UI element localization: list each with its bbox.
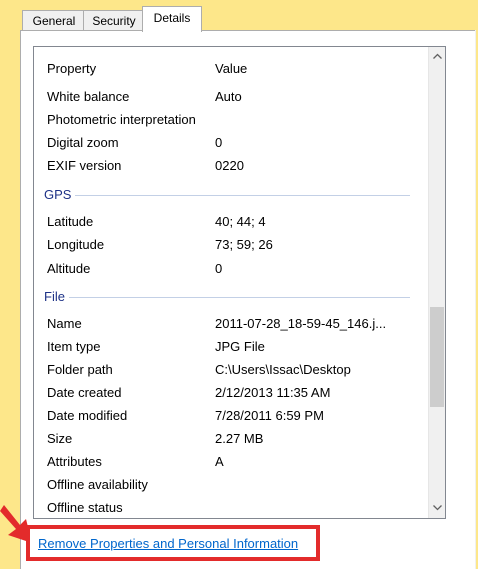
- property-value: 7/28/2011 6:59 PM: [215, 408, 324, 423]
- group-header-gps[interactable]: GPS: [40, 184, 410, 206]
- column-property[interactable]: Property: [47, 58, 96, 80]
- property-name: Altitude: [47, 261, 91, 276]
- property-name: Longitude: [47, 237, 105, 252]
- property-value: Auto: [215, 89, 242, 104]
- property-name: Date modified: [47, 408, 128, 423]
- property-list[interactable]: Property Value White balance Auto Photome…: [33, 46, 446, 519]
- tab-security[interactable]: Security: [83, 10, 145, 31]
- property-value: JPG File: [215, 339, 265, 354]
- highlight-box: Remove Properties and Personal Informati…: [26, 525, 320, 561]
- group-header-file[interactable]: File: [40, 286, 410, 308]
- remove-properties-link[interactable]: Remove Properties and Personal Informati…: [38, 536, 298, 551]
- property-value: 2/12/2013 11:35 AM: [215, 385, 331, 400]
- property-name: EXIF version: [47, 158, 122, 173]
- property-value: 0: [215, 261, 223, 276]
- property-value: 40; 44; 4: [215, 214, 266, 229]
- property-name: White balance: [47, 89, 130, 104]
- chevron-up-icon: [433, 53, 442, 59]
- property-name: Attributes: [47, 454, 102, 469]
- group-label: GPS: [40, 184, 76, 206]
- property-name: Latitude: [47, 214, 94, 229]
- property-value: 2011-07-28_18-59-45_146.j...: [215, 316, 387, 331]
- chevron-down-icon: [433, 505, 442, 511]
- property-name: Photometric interpretation: [47, 112, 196, 127]
- group-divider: [40, 297, 410, 298]
- property-name: Digital zoom: [47, 135, 119, 150]
- tab-details[interactable]: Details: [142, 6, 202, 32]
- column-value[interactable]: Value: [215, 58, 247, 80]
- property-value: 2.27 MB: [215, 431, 264, 446]
- property-name: Size: [47, 431, 73, 446]
- property-value: A: [215, 454, 224, 469]
- scroll-thumb[interactable]: [430, 307, 444, 408]
- tab-general[interactable]: General: [22, 10, 86, 31]
- vertical-scrollbar[interactable]: [428, 47, 445, 518]
- scroll-down-button[interactable]: [429, 500, 445, 517]
- property-name: Date created: [47, 385, 122, 400]
- property-value: 0: [215, 135, 223, 150]
- property-name: Offline status: [47, 500, 123, 515]
- group-divider: [40, 195, 410, 196]
- property-name: Offline availability: [47, 477, 148, 492]
- scroll-up-button[interactable]: [429, 48, 445, 65]
- property-value: C:\Users\Issac\Desktop: [215, 362, 351, 377]
- property-value: 0220: [215, 158, 244, 173]
- property-name: Folder path: [47, 362, 113, 377]
- property-value: 73; 59; 26: [215, 237, 273, 252]
- group-label: File: [40, 286, 69, 308]
- property-name: Item type: [47, 339, 101, 354]
- property-name: Name: [47, 316, 82, 331]
